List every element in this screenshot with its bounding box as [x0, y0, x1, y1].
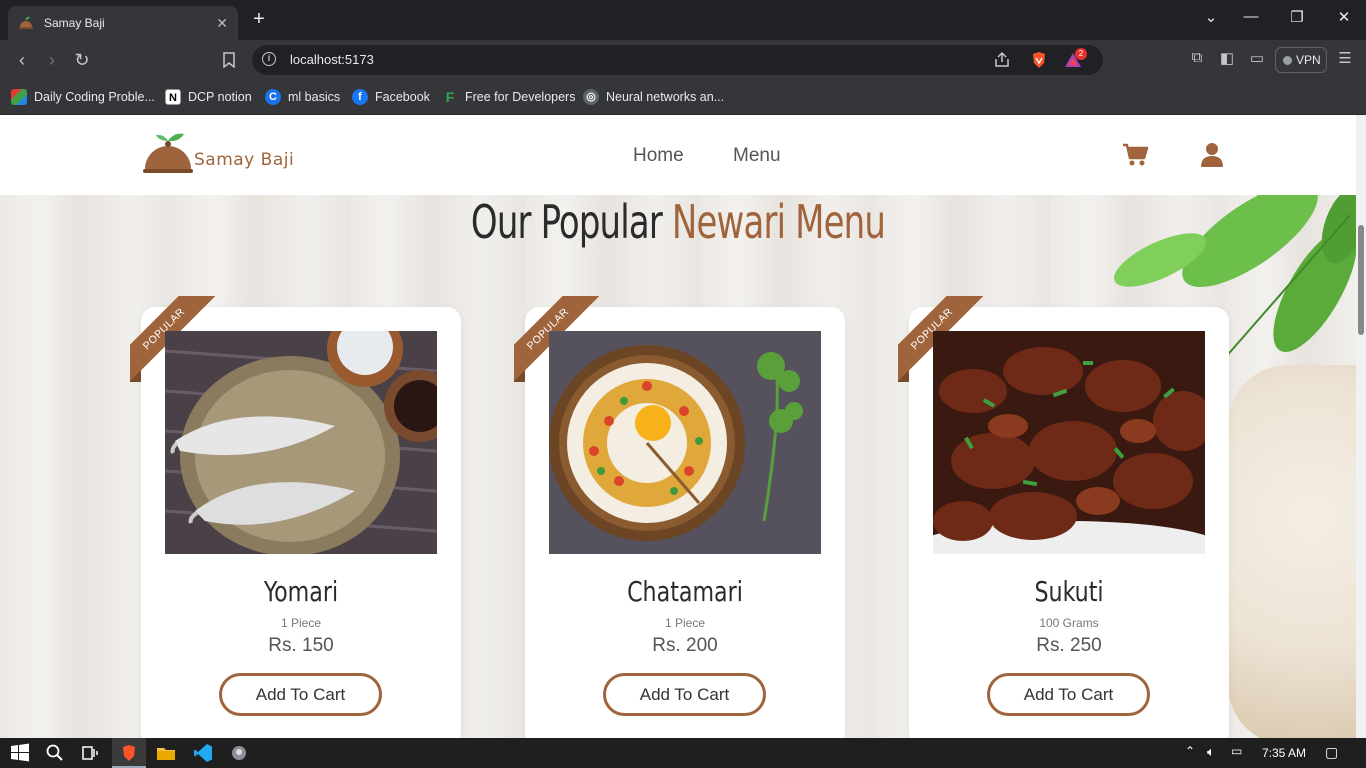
tab-search-chevron-icon[interactable]: ⌄	[1199, 8, 1223, 26]
vscode-icon[interactable]	[193, 743, 213, 763]
chatamari-image	[549, 331, 821, 554]
bookmark-daily-coding[interactable]: Daily Coding Proble...	[11, 88, 155, 106]
bookmark-free-for-developers[interactable]: F Free for Developers	[442, 88, 576, 106]
title-accent: Newari Menu	[671, 195, 886, 249]
nav-home-link[interactable]: Home	[633, 145, 684, 167]
notion-icon: N	[165, 89, 181, 105]
section-title: Our Popular Newari Menu	[122, 195, 1234, 249]
bookmark-neural-networks[interactable]: ◎ Neural networks an...	[583, 88, 724, 106]
food-price: Rs. 250	[1036, 635, 1102, 656]
windows-taskbar: ⌃ 🔈︎ ▭ 7:35 AM ▢	[0, 738, 1366, 768]
globe-icon: ◎	[583, 89, 599, 105]
windows-start-icon[interactable]	[10, 743, 30, 763]
nav-menu-link[interactable]: Menu	[733, 145, 781, 167]
yomari-image	[165, 331, 437, 554]
new-tab-icon[interactable]: +	[250, 8, 268, 30]
address-bar[interactable]: i localhost:5173 2	[252, 45, 1103, 75]
food-name: Sukuti	[1034, 575, 1104, 608]
window-close-icon[interactable]: ✕	[1332, 8, 1356, 26]
title-main: Our Popular	[470, 195, 663, 249]
network-icon[interactable]: ▭	[1231, 744, 1242, 758]
add-to-cart-button[interactable]: Add To Cart	[987, 673, 1150, 716]
reload-icon[interactable]: ↻	[71, 49, 93, 71]
facebook-icon: f	[352, 89, 368, 105]
share-icon[interactable]	[992, 50, 1012, 70]
bread-decoration	[1228, 365, 1356, 738]
rewards-badge: 2	[1075, 48, 1087, 60]
search-icon[interactable]	[45, 743, 65, 763]
bookmark-label: Daily Coding Proble...	[34, 90, 155, 104]
browser-tab[interactable]: Samay Baji ✕	[8, 6, 238, 40]
logo-text: Samay Baji	[194, 150, 295, 170]
notifications-icon[interactable]: ▢	[1325, 744, 1338, 761]
minimize-icon[interactable]: —	[1239, 8, 1263, 25]
user-icon[interactable]	[1198, 141, 1226, 169]
volume-icon[interactable]: 🔈︎	[1207, 744, 1215, 760]
food-name: Chatamari	[627, 575, 743, 608]
bookmark-dcp-notion[interactable]: N DCP notion	[165, 88, 252, 106]
extensions-icon[interactable]: ⧉	[1186, 49, 1208, 66]
menu-card-yomari: POPULAR Yomari 1 Piece Rs. 150 Add To Ca…	[130, 296, 461, 738]
c-icon: C	[265, 89, 281, 105]
app-icon[interactable]	[229, 743, 249, 763]
tab-close-icon[interactable]: ✕	[216, 15, 228, 32]
bookmark-label: Facebook	[375, 90, 430, 104]
bookmark-label: ml basics	[288, 90, 341, 104]
browser-tab-bar: Samay Baji ✕ + ⌄ — ❐ ✕	[0, 0, 1366, 40]
page-viewport: Samay Baji Home Menu Our Popular Newari …	[0, 115, 1356, 738]
taskbar-active-app[interactable]	[112, 738, 146, 768]
tab-title: Samay Baji	[44, 16, 105, 30]
restore-icon[interactable]: ❐	[1285, 8, 1309, 26]
food-price: Rs. 200	[652, 635, 718, 656]
cart-icon[interactable]	[1121, 141, 1149, 169]
bookmark-ml-basics[interactable]: C ml basics	[265, 88, 340, 106]
food-quantity: 100 Grams	[1039, 616, 1099, 630]
menu-hamburger-icon[interactable]: ☰	[1334, 49, 1356, 67]
mosaic-icon	[11, 89, 27, 105]
address-url: localhost:5173	[290, 52, 374, 67]
cloche-logo-icon	[143, 133, 193, 173]
food-price: Rs. 150	[268, 635, 334, 656]
bookmark-label: DCP notion	[188, 90, 252, 104]
file-explorer-icon[interactable]	[156, 743, 176, 763]
site-header: Samay Baji Home Menu	[0, 115, 1356, 195]
brave-shields-icon[interactable]	[1029, 50, 1049, 70]
tray-chevron-icon[interactable]: ⌃	[1185, 744, 1195, 758]
taskbar-clock[interactable]: 7:35 AM	[1262, 746, 1306, 760]
wallet-icon[interactable]: ▭	[1246, 49, 1268, 67]
add-to-cart-button[interactable]: Add To Cart	[219, 673, 382, 716]
food-quantity: 1 Piece	[280, 616, 322, 630]
bookmark-label: Free for Developers	[465, 90, 576, 104]
forward-icon[interactable]: ›	[41, 49, 63, 71]
sidebar-icon[interactable]: ◧	[1216, 49, 1238, 67]
site-logo[interactable]: Samay Baji	[142, 132, 302, 176]
add-to-cart-button[interactable]: Add To Cart	[603, 673, 766, 716]
back-icon[interactable]: ‹	[11, 49, 33, 71]
bookmark-icon[interactable]	[222, 52, 236, 68]
site-favicon-icon	[19, 16, 33, 29]
f-icon: F	[445, 89, 455, 105]
bookmark-label: Neural networks an...	[606, 90, 725, 104]
brave-browser-icon	[123, 745, 135, 761]
task-view-icon[interactable]	[80, 743, 100, 763]
food-name: Yomari	[263, 575, 339, 608]
menu-card-chatamari: POPULAR Chatamari 1 Piece Rs. 200 Add To…	[514, 296, 845, 738]
bookmarks-bar: Daily Coding Proble... N DCP notion C ml…	[0, 80, 1366, 115]
vpn-button[interactable]: VPN	[1275, 47, 1327, 73]
menu-card-sukuti: POPULAR Sukuti 100 Grams Rs. 250 Add To …	[898, 296, 1229, 738]
sukuti-image	[933, 331, 1205, 554]
food-quantity: 1 Piece	[664, 616, 706, 630]
bookmark-facebook[interactable]: f Facebook	[352, 88, 430, 106]
page-scrollbar[interactable]	[1356, 115, 1366, 738]
scrollbar-thumb[interactable]	[1358, 225, 1364, 335]
site-info-icon[interactable]: i	[262, 52, 276, 66]
